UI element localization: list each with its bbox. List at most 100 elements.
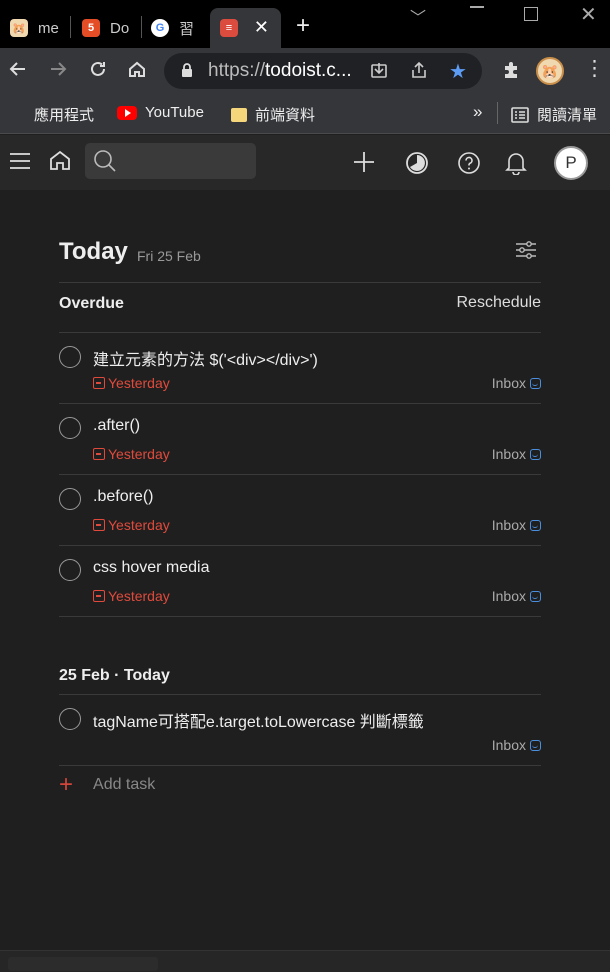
- task-project[interactable]: Inbox: [492, 446, 541, 462]
- bookmark-label: 應用程式: [34, 107, 95, 124]
- bookmarks-bar: 應用程式 YouTube 前端資料 » 閱讀清單: [0, 94, 610, 134]
- task-item[interactable]: 建立元素的方法 $('<div></div>') Yesterday Inbox: [59, 332, 541, 403]
- new-tab-icon[interactable]: +: [296, 14, 310, 38]
- install-app-icon[interactable]: [370, 61, 388, 84]
- close-window-icon[interactable]: ✕: [580, 2, 597, 27]
- reload-icon[interactable]: [88, 59, 108, 83]
- divider: [59, 282, 541, 283]
- home-icon[interactable]: [49, 149, 71, 175]
- add-task-button[interactable]: + Add task: [59, 773, 155, 797]
- browser-profile-avatar[interactable]: 🐹: [536, 57, 564, 85]
- menu-hamburger-icon[interactable]: [9, 151, 31, 175]
- browser-tab-strip: 🐹 me 5 Do G 習 ≡ ✕ + ﹀ ✕: [0, 0, 610, 48]
- task-complete-checkbox[interactable]: [59, 346, 81, 368]
- reading-list-button[interactable]: 閱讀清單: [511, 104, 597, 125]
- help-icon[interactable]: [457, 151, 481, 179]
- bookmark-apps[interactable]: 應用程式: [10, 104, 94, 125]
- overdue-heading: Overdue: [59, 295, 124, 312]
- task-title[interactable]: .after(): [93, 417, 140, 435]
- task-project[interactable]: Inbox: [492, 588, 541, 604]
- today-section-heading: 25 Feb · Today: [59, 667, 170, 684]
- bookmarks-separator: [497, 102, 498, 124]
- inbox-icon: [530, 739, 541, 751]
- task-item[interactable]: .after() Yesterday Inbox: [59, 403, 541, 474]
- calendar-icon: [93, 590, 105, 602]
- browser-tab-3[interactable]: G 習: [141, 8, 207, 48]
- bookmark-youtube[interactable]: YouTube: [117, 104, 204, 121]
- inbox-icon: [530, 448, 541, 460]
- back-arrow-icon[interactable]: [8, 59, 28, 83]
- divider: [59, 765, 541, 766]
- notifications-bell-icon[interactable]: [505, 151, 527, 179]
- calendar-icon: [93, 519, 105, 531]
- page-date: Fri 25 Feb: [137, 248, 201, 264]
- task-title[interactable]: tagName可搭配e.target.toLowercase 判斷標籤: [93, 708, 424, 732]
- view-options-sliders-icon[interactable]: [514, 240, 538, 265]
- calendar-icon: [93, 448, 105, 460]
- folder-icon: [231, 107, 247, 122]
- bookmark-folder-frontend[interactable]: 前端資料: [231, 104, 315, 125]
- hamster-favicon-icon: 🐹: [10, 19, 28, 37]
- forward-arrow-icon[interactable]: [48, 59, 68, 83]
- todoist-favicon-icon: ≡: [220, 19, 238, 37]
- browser-tab-title: 習: [179, 20, 195, 38]
- bookmark-label: YouTube: [145, 104, 204, 121]
- status-placeholder: [8, 957, 158, 971]
- apps-grid-icon: [10, 107, 26, 123]
- task-complete-checkbox[interactable]: [59, 417, 81, 439]
- browser-toolbar: https://todoist.c... ★ 🐹 ⋮: [0, 48, 610, 94]
- task-title[interactable]: .before(): [93, 488, 153, 506]
- browser-menu-icon[interactable]: ⋮: [584, 58, 605, 79]
- html5-favicon-icon: 5: [82, 19, 100, 37]
- bookmarks-overflow-button[interactable]: »: [473, 102, 482, 122]
- inbox-icon: [530, 590, 541, 602]
- inbox-icon: [530, 519, 541, 531]
- maximize-window-icon[interactable]: [524, 7, 538, 21]
- lock-icon[interactable]: [180, 62, 194, 82]
- task-item[interactable]: .before() Yesterday Inbox: [59, 474, 541, 545]
- browser-tab-todoist[interactable]: ≡ ✕: [210, 8, 281, 48]
- task-project[interactable]: Inbox: [492, 375, 541, 391]
- browser-tab-title: me: [38, 19, 59, 37]
- reading-list-label: 閱讀清單: [537, 107, 598, 124]
- divider: [59, 616, 541, 617]
- task-project[interactable]: Inbox: [492, 737, 541, 753]
- url-text[interactable]: https://todoist.c...: [208, 60, 352, 82]
- task-title[interactable]: css hover media: [93, 559, 210, 577]
- quick-add-plus-icon[interactable]: [353, 151, 375, 177]
- tab-close-icon[interactable]: ✕: [254, 17, 269, 38]
- youtube-icon: [117, 105, 137, 120]
- task-complete-checkbox[interactable]: [59, 708, 81, 730]
- task-complete-checkbox[interactable]: [59, 559, 81, 581]
- task-item[interactable]: css hover media Yesterday Inbox: [59, 545, 541, 616]
- search-input[interactable]: [85, 143, 256, 179]
- task-due-date[interactable]: Yesterday: [93, 588, 170, 604]
- browser-tab-2[interactable]: 5 Do: [72, 8, 140, 48]
- tab-separator: [70, 16, 71, 38]
- task-due-date[interactable]: Yesterday: [93, 517, 170, 533]
- task-title[interactable]: 建立元素的方法 $('<div></div>'): [93, 346, 318, 370]
- task-due-date[interactable]: Yesterday: [93, 446, 170, 462]
- bookmark-star-icon[interactable]: ★: [449, 59, 467, 84]
- productivity-icon[interactable]: [405, 151, 429, 179]
- add-task-label: Add task: [93, 776, 156, 793]
- task-complete-checkbox[interactable]: [59, 488, 81, 510]
- task-project[interactable]: Inbox: [492, 517, 541, 533]
- minimize-chevron-icon[interactable]: ﹀: [410, 4, 426, 28]
- home-icon[interactable]: [127, 59, 147, 83]
- page-title: Today: [59, 238, 128, 265]
- reschedule-button[interactable]: Reschedule: [457, 294, 542, 312]
- extensions-puzzle-icon[interactable]: [501, 60, 521, 84]
- todoist-top-bar: P: [0, 135, 610, 190]
- search-icon: [93, 149, 117, 178]
- status-strip: [0, 950, 610, 972]
- address-bar[interactable]: https://todoist.c... ★: [164, 53, 482, 89]
- browser-tab-title: Do: [110, 19, 130, 37]
- user-avatar[interactable]: P: [554, 146, 588, 180]
- minimize-window-icon[interactable]: [470, 6, 484, 8]
- google-favicon-icon: G: [151, 19, 169, 37]
- browser-tab-1[interactable]: 🐹 me: [0, 8, 68, 48]
- task-item[interactable]: tagName可搭配e.target.toLowercase 判斷標籤 Inbo…: [59, 694, 541, 765]
- share-icon[interactable]: [410, 61, 428, 84]
- task-due-date[interactable]: Yesterday: [93, 375, 170, 391]
